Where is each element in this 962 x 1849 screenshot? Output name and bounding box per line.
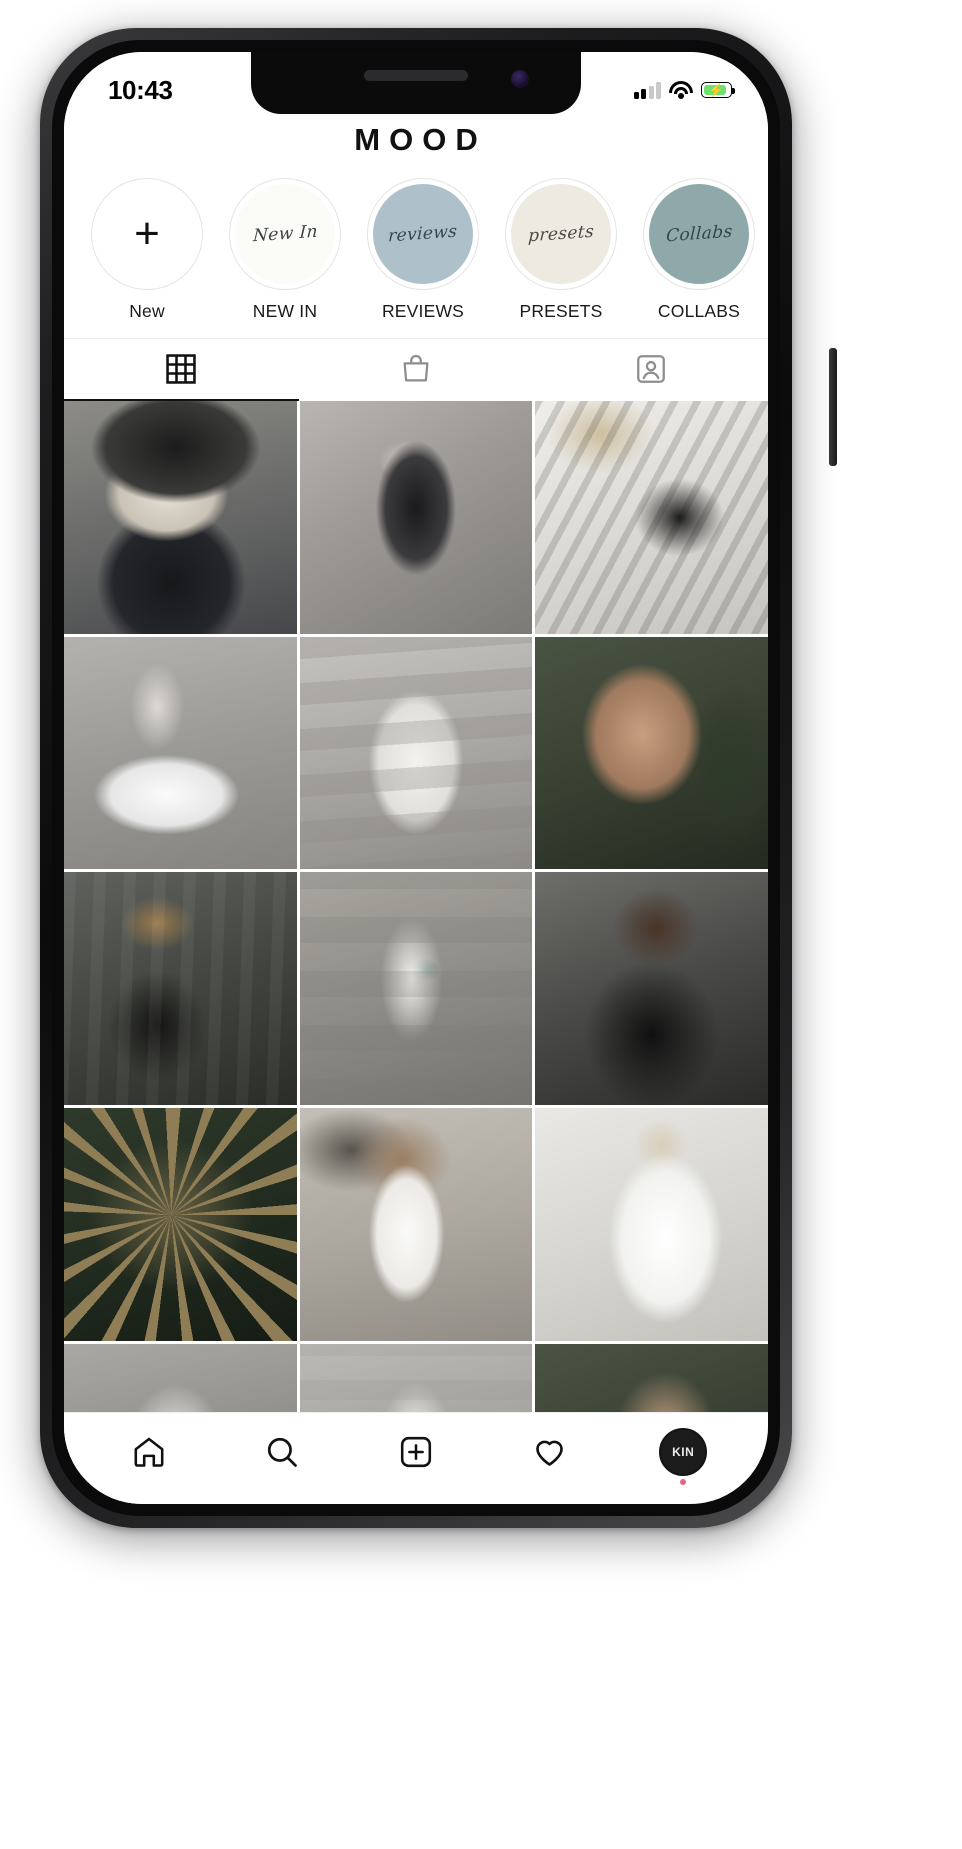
- highlight-cover: reviews: [373, 184, 473, 284]
- nav-profile[interactable]: KIN: [646, 1420, 720, 1485]
- highlight-cover: presets: [511, 184, 611, 284]
- post-image: [299, 872, 533, 1106]
- nav-home[interactable]: [112, 1420, 186, 1484]
- post-image: [535, 872, 768, 1106]
- grid-post[interactable]: [299, 636, 533, 870]
- post-image: [299, 1108, 533, 1341]
- tab-tagged[interactable]: [533, 339, 768, 401]
- app-header: MOOD: [64, 114, 768, 164]
- post-image: [535, 401, 768, 634]
- highlight-script-text: reviews: [387, 221, 459, 247]
- device-notch: [251, 52, 581, 114]
- grid-post[interactable]: [535, 872, 768, 1106]
- status-bar-icons: ⚡: [633, 81, 735, 99]
- highlight-new[interactable]: + New: [78, 178, 216, 322]
- bottom-navigation-bar[interactable]: KIN: [64, 1412, 768, 1504]
- post-image: [299, 636, 533, 870]
- photo-grid[interactable]: [64, 401, 768, 1504]
- highlight-script-text: Collabs: [665, 221, 733, 247]
- highlight-label: COLLABS: [657, 301, 741, 321]
- highlight-label: New: [129, 301, 165, 321]
- grid-post[interactable]: [299, 872, 533, 1106]
- shopping-bag-icon: [403, 354, 429, 382]
- battery-charging-icon: ⚡: [701, 82, 735, 98]
- grid-post[interactable]: [64, 872, 297, 1106]
- post-image: [535, 1108, 768, 1341]
- cellular-signal-icon: [633, 81, 661, 99]
- highlight-cover: Collabs: [649, 184, 749, 284]
- grid-post[interactable]: [299, 1108, 533, 1341]
- grid-post[interactable]: [535, 1108, 768, 1341]
- highlight-ring[interactable]: presets: [505, 178, 617, 290]
- grid-post[interactable]: [64, 636, 297, 870]
- notification-dot: [680, 1478, 687, 1485]
- highlight-script-text: presets: [527, 221, 595, 247]
- nav-search[interactable]: [245, 1420, 319, 1484]
- grid-post[interactable]: [535, 636, 768, 870]
- heart-icon: [536, 1440, 563, 1466]
- grid-post[interactable]: [64, 1108, 297, 1341]
- grid-post[interactable]: [64, 401, 297, 634]
- grid-icon: [166, 354, 197, 384]
- post-image: [299, 401, 533, 634]
- highlight-label: REVIEWS: [381, 301, 465, 321]
- tab-grid[interactable]: [64, 339, 299, 401]
- highlight-collabs[interactable]: Collabs COLLABS: [630, 178, 768, 322]
- post-image: [535, 636, 768, 870]
- highlight-label: NEW IN: [252, 301, 318, 321]
- highlight-ring[interactable]: Collabs: [643, 178, 755, 290]
- highlight-cover: +: [97, 184, 197, 284]
- highlight-ring[interactable]: reviews: [367, 178, 479, 290]
- highlight-ring[interactable]: New In: [229, 178, 341, 290]
- nav-create[interactable]: [379, 1420, 453, 1484]
- grid-post[interactable]: [535, 401, 768, 634]
- charging-bolt-icon: ⚡: [708, 82, 725, 98]
- highlight-presets[interactable]: presets PRESETS: [492, 178, 630, 322]
- highlight-label: PRESETS: [519, 301, 603, 321]
- highlight-new-in[interactable]: New In NEW IN: [216, 178, 354, 322]
- highlight-ring[interactable]: +: [91, 178, 203, 290]
- grid-post[interactable]: [299, 401, 533, 634]
- earpiece-speaker: [364, 70, 468, 81]
- status-bar-time: 10:43: [108, 74, 173, 105]
- search-icon: [268, 1437, 298, 1467]
- tab-shop[interactable]: [299, 339, 534, 401]
- story-highlights-row[interactable]: + New New In NEW IN reviews REVIEWS pres…: [64, 164, 768, 330]
- wifi-icon: [669, 81, 693, 99]
- nav-activity[interactable]: [513, 1420, 587, 1484]
- highlight-reviews[interactable]: reviews REVIEWS: [354, 178, 492, 322]
- power-button[interactable]: [829, 348, 837, 466]
- highlight-cover: New In: [235, 184, 335, 284]
- phone-screen: 10:43 ⚡ MOOD + New New In NEW IN reviews…: [64, 52, 768, 1504]
- page-title: MOOD: [354, 122, 487, 157]
- plus-square-icon: [400, 1436, 432, 1467]
- avatar-label: KIN: [672, 1444, 695, 1459]
- post-image: [64, 636, 297, 870]
- post-image: [64, 872, 297, 1106]
- post-image: [64, 1108, 297, 1341]
- tagged-person-icon: [636, 355, 665, 383]
- profile-tab-bar[interactable]: [64, 338, 768, 401]
- highlight-script-text: New In: [252, 221, 318, 247]
- post-image: [64, 401, 297, 634]
- avatar[interactable]: KIN: [659, 1427, 708, 1476]
- front-camera-icon: [511, 70, 529, 88]
- plus-icon: +: [134, 209, 160, 259]
- home-icon: [134, 1437, 164, 1467]
